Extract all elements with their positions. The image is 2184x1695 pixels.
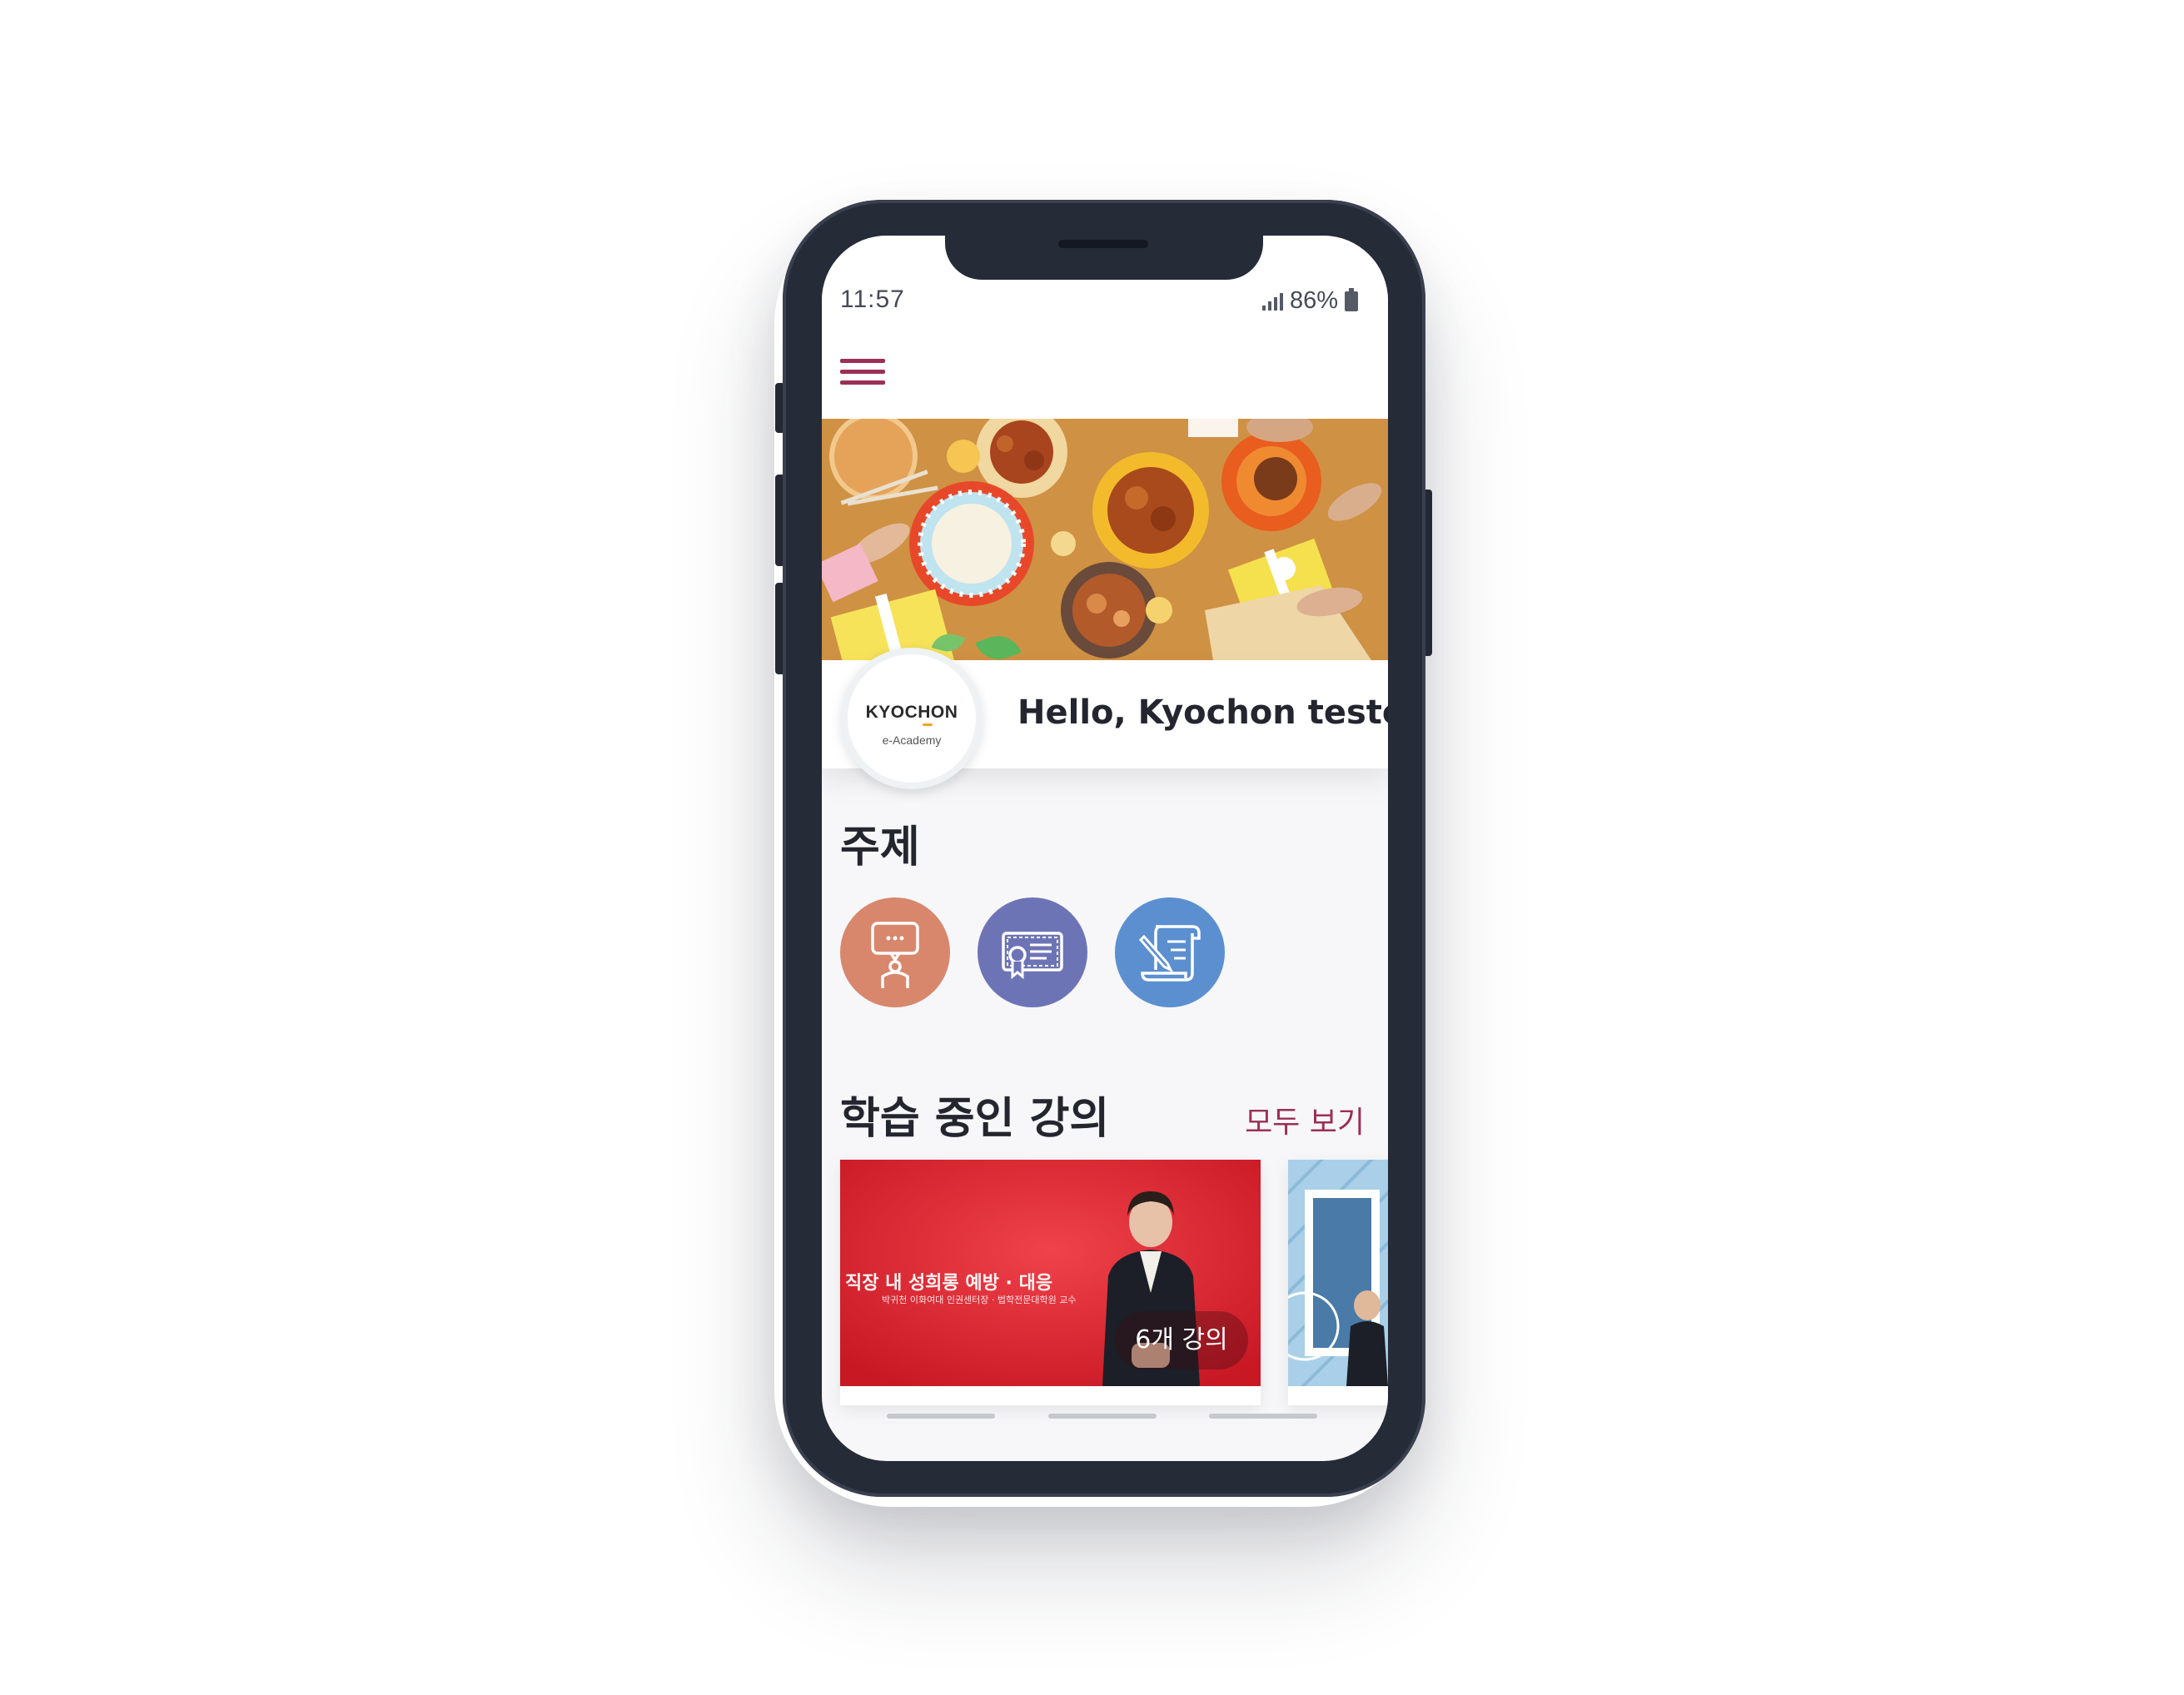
phone-speaker [1058, 240, 1148, 248]
status-time: 11:57 [840, 286, 905, 313]
course-thumbnail: 직장 내 성희롱 예방 · 대응 박귀천 이화여대 인권센터장 · 법학전문대학… [840, 1160, 1261, 1386]
banner-image [822, 419, 1388, 660]
carousel-indicator [1048, 1414, 1157, 1419]
certificate-icon [1002, 932, 1063, 980]
status-indicators: 86% [1261, 287, 1358, 315]
course-thumbnail-subtitle: 박귀천 이화여대 인권센터장 · 법학전문대학원 교수 [882, 1295, 1077, 1305]
app-header [822, 336, 1388, 419]
logo-brand: KYOCHON [865, 703, 958, 722]
course-card[interactable] [1288, 1160, 1388, 1405]
battery-percentage: 86% [1289, 287, 1338, 314]
greeting-text: Hello, Kyochon tester [1017, 693, 1388, 732]
document-pen-icon [1138, 925, 1201, 982]
battery-icon [1345, 287, 1358, 311]
logo-smile-mark [923, 723, 933, 726]
course-thumbnail [1288, 1160, 1388, 1403]
hamburger-menu-icon[interactable] [840, 355, 885, 389]
carousel-indicator [887, 1414, 995, 1419]
carousel-indicator [1209, 1414, 1317, 1419]
topic-document-button[interactable] [1115, 897, 1225, 1007]
lecture-count-badge: 6개 강의 [1115, 1311, 1248, 1369]
courses-title: 학습 중인 강의 [840, 1094, 1110, 1144]
signal-icon [1261, 292, 1283, 311]
course-card[interactable]: 직장 내 성희롱 예방 · 대응 박귀천 이화여대 인권센터장 · 법학전문대학… [840, 1160, 1261, 1405]
kyochon-logo: KYOCHON e-Academy [841, 648, 983, 789]
topic-certificate-button[interactable] [978, 897, 1087, 1007]
phone-notch [945, 231, 1263, 280]
phone-screen: 11:57 86% Hello, Kyochon tester KYOCHON … [822, 236, 1388, 1461]
presenter-icon [871, 922, 919, 988]
course-thumbnail-title: 직장 내 성희롱 예방 · 대응 [845, 1273, 1053, 1294]
topics-title: 주제 [840, 823, 920, 872]
view-all-link[interactable]: 모두 보기 [1245, 1098, 1365, 1141]
topic-presenter-button[interactable] [840, 897, 950, 1007]
logo-subtitle: e-Academy [882, 733, 942, 747]
